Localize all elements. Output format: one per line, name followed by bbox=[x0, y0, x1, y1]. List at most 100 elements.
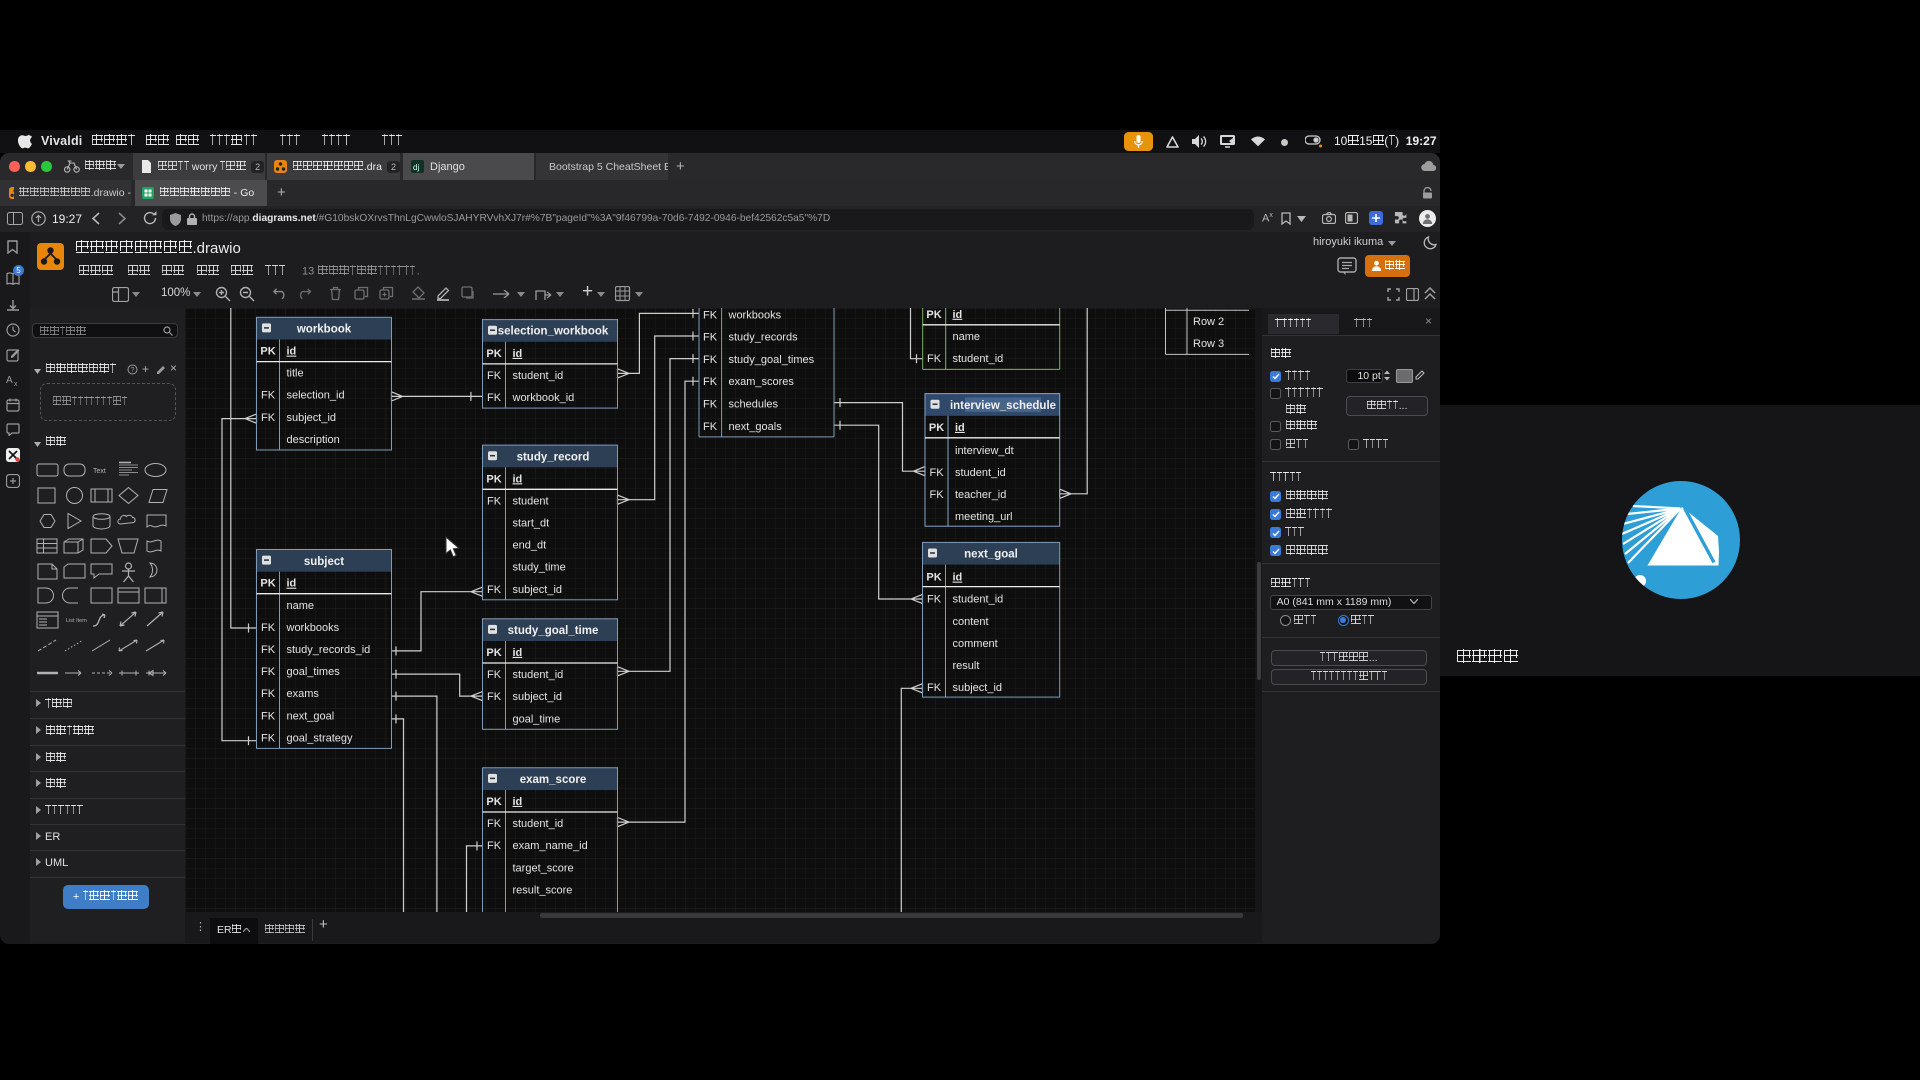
svg-text:study_records_id: study_records_id bbox=[287, 644, 371, 656]
svg-text:FK: FK bbox=[261, 644, 276, 656]
svg-text:exam_scores: exam_scores bbox=[729, 376, 795, 388]
svg-text:id: id bbox=[953, 309, 963, 321]
svg-text:id: id bbox=[287, 578, 297, 590]
svg-text:FK: FK bbox=[487, 392, 502, 404]
svg-text:exams: exams bbox=[287, 688, 320, 700]
svg-text:FK: FK bbox=[487, 669, 502, 681]
svg-text:PK: PK bbox=[486, 647, 501, 659]
svg-text:id: id bbox=[513, 647, 523, 659]
svg-text:start_dt: start_dt bbox=[513, 518, 550, 530]
svg-text:PK: PK bbox=[260, 346, 275, 358]
svg-text:id: id bbox=[287, 346, 297, 358]
svg-text:A: A bbox=[6, 375, 13, 386]
svg-text:id: id bbox=[513, 796, 523, 808]
svg-text:id: id bbox=[513, 473, 523, 485]
svg-text:FK: FK bbox=[261, 390, 276, 402]
svg-text:PK: PK bbox=[926, 572, 941, 584]
svg-text:FK: FK bbox=[487, 584, 502, 596]
svg-text:student_id: student_id bbox=[513, 370, 564, 382]
svg-text:Row 3: Row 3 bbox=[1193, 338, 1224, 350]
svg-text:description: description bbox=[287, 434, 340, 446]
svg-text:FK: FK bbox=[703, 309, 718, 321]
svg-text:FK: FK bbox=[261, 688, 276, 700]
svg-text:FK: FK bbox=[261, 732, 276, 744]
svg-text:goal_time: goal_time bbox=[513, 713, 561, 725]
svg-text:result_score: result_score bbox=[513, 884, 573, 896]
svg-text:student_id: student_id bbox=[953, 594, 1004, 606]
svg-text:workbooks: workbooks bbox=[728, 309, 782, 321]
svg-text:FK: FK bbox=[703, 399, 718, 411]
svg-text:student_id: student_id bbox=[953, 353, 1004, 365]
svg-text:FK: FK bbox=[927, 682, 942, 694]
svg-text:FK: FK bbox=[487, 370, 502, 382]
svg-text:schedules: schedules bbox=[729, 399, 779, 411]
svg-text:PK: PK bbox=[926, 309, 941, 321]
svg-text:target_score: target_score bbox=[513, 862, 574, 874]
svg-text:FK: FK bbox=[487, 691, 502, 703]
svg-text:FK: FK bbox=[929, 467, 944, 479]
svg-text:FK: FK bbox=[487, 818, 502, 830]
svg-text:Text: Text bbox=[93, 468, 106, 475]
svg-text:FK: FK bbox=[703, 421, 718, 433]
svg-text:workbooks: workbooks bbox=[286, 622, 340, 634]
svg-text:selection_id: selection_id bbox=[287, 390, 345, 402]
svg-text:dj: dj bbox=[413, 163, 419, 172]
svg-text:student_id: student_id bbox=[513, 669, 564, 681]
svg-text:next_goal: next_goal bbox=[287, 710, 335, 722]
svg-text:interview_dt: interview_dt bbox=[955, 445, 1014, 457]
svg-text:exam_score: exam_score bbox=[520, 774, 587, 786]
svg-text:FK: FK bbox=[703, 376, 718, 388]
svg-text:exam_name_id: exam_name_id bbox=[513, 840, 588, 852]
svg-text:FK: FK bbox=[927, 594, 942, 606]
svg-text:selection_workbook: selection_workbook bbox=[498, 326, 609, 338]
svg-text:teacher_id: teacher_id bbox=[955, 489, 1006, 501]
svg-text:goal_times: goal_times bbox=[287, 666, 341, 678]
svg-text:Row 2: Row 2 bbox=[1193, 316, 1224, 328]
svg-text:student: student bbox=[513, 495, 549, 507]
svg-text:next_goals: next_goals bbox=[729, 421, 783, 433]
svg-text:study_record: study_record bbox=[517, 451, 590, 463]
svg-text:FK: FK bbox=[929, 489, 944, 501]
svg-text:goal_strategy: goal_strategy bbox=[287, 732, 354, 744]
svg-text:FK: FK bbox=[261, 710, 276, 722]
svg-text:PK: PK bbox=[929, 422, 944, 434]
svg-text:result: result bbox=[953, 660, 980, 672]
svg-text:student_id: student_id bbox=[955, 467, 1006, 479]
svg-text:FK: FK bbox=[261, 666, 276, 678]
svg-text:FK: FK bbox=[261, 622, 276, 634]
svg-text:id: id bbox=[955, 422, 965, 434]
svg-text:FK: FK bbox=[261, 412, 276, 424]
svg-text:end_dt: end_dt bbox=[513, 540, 547, 552]
svg-text:study_records: study_records bbox=[729, 332, 799, 344]
svg-text:content: content bbox=[953, 616, 989, 628]
svg-text:FK: FK bbox=[487, 495, 502, 507]
svg-text:subject_id: subject_id bbox=[953, 682, 1003, 694]
svg-text:subject_id: subject_id bbox=[513, 584, 563, 596]
svg-text:subject: subject bbox=[304, 556, 344, 568]
svg-text:comment: comment bbox=[953, 638, 998, 650]
svg-text:PK: PK bbox=[486, 348, 501, 360]
svg-text:next_goal: next_goal bbox=[964, 549, 1018, 561]
svg-text:FK: FK bbox=[487, 840, 502, 852]
svg-text:study_time: study_time bbox=[513, 562, 566, 574]
svg-text:name: name bbox=[287, 600, 315, 612]
svg-text:FK: FK bbox=[703, 354, 718, 366]
svg-text:id: id bbox=[513, 348, 523, 360]
svg-text:study_goal_time: study_goal_time bbox=[508, 625, 599, 637]
svg-text:x: x bbox=[14, 381, 18, 387]
svg-text:name: name bbox=[953, 331, 981, 343]
svg-text:FK: FK bbox=[927, 353, 942, 365]
svg-text:PK: PK bbox=[486, 796, 501, 808]
svg-text:?: ? bbox=[131, 367, 135, 374]
svg-text:meeting_url: meeting_url bbox=[955, 511, 1012, 523]
svg-text:id: id bbox=[953, 572, 963, 584]
svg-text:title: title bbox=[287, 368, 304, 380]
svg-text:workbook: workbook bbox=[296, 323, 352, 335]
svg-text:study_goal_times: study_goal_times bbox=[729, 354, 815, 366]
svg-text:PK: PK bbox=[486, 473, 501, 485]
svg-text:PK: PK bbox=[260, 578, 275, 590]
svg-text:interview_schedule: interview_schedule bbox=[950, 400, 1056, 412]
svg-text:student_id: student_id bbox=[513, 818, 564, 830]
svg-text:FK: FK bbox=[703, 332, 718, 344]
svg-text:List Item: List Item bbox=[66, 618, 87, 624]
